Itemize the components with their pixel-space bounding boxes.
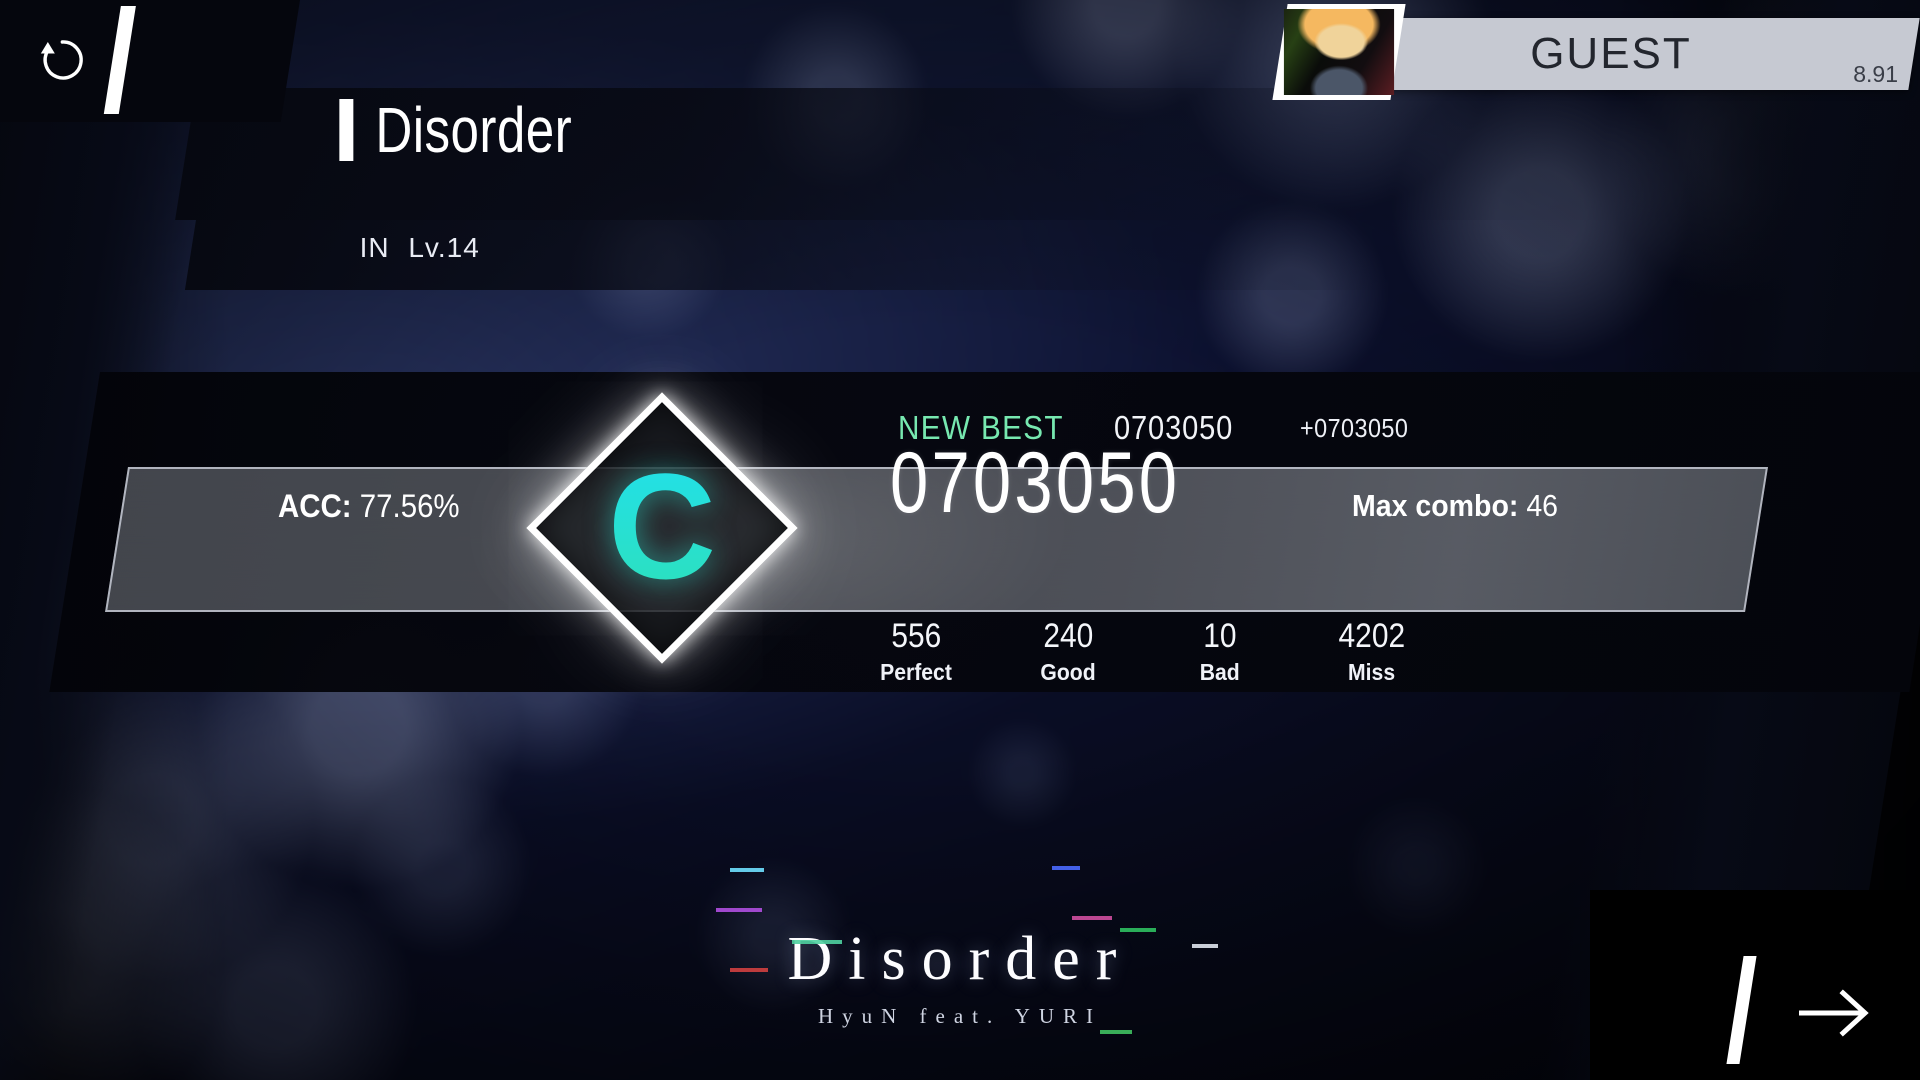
next-button[interactable]: [1792, 982, 1878, 1044]
glitch-bit: [1192, 944, 1218, 948]
title-accent-mark: [339, 99, 354, 161]
new-best-score: 0703050: [1114, 409, 1234, 446]
new-best-label: NEW BEST: [898, 409, 1064, 446]
glitch-bit: [730, 868, 764, 872]
bottom-slash-decoration: [1726, 956, 1757, 1064]
glitch-bit: [730, 968, 768, 972]
stat-bar: [105, 467, 1768, 612]
difficulty-label: IN: [359, 232, 390, 263]
judgement-cell: 556 Perfect: [840, 617, 992, 690]
judgement-name: Bad: [1200, 659, 1240, 686]
avatar[interactable]: [1272, 4, 1406, 100]
judgement-value: 240: [1043, 617, 1093, 655]
bottom-right-panel: [1590, 890, 1920, 1080]
score-delta: +0703050: [1300, 412, 1409, 443]
player-card[interactable]: GUEST 8.91: [1334, 18, 1920, 90]
avatar-image: [1283, 9, 1395, 95]
judgement-cell: 240 Good: [992, 617, 1144, 690]
glitch-bit: [792, 940, 842, 944]
glitch-bit: [716, 908, 762, 912]
new-best-row: NEW BEST 0703050 +0703050: [0, 398, 1920, 458]
judgement-name: Miss: [1348, 659, 1396, 686]
judgement-counts: 556 Perfect 240 Good 10 Bad 4202 Miss: [840, 617, 1448, 690]
judgement-cell: 10 Bad: [1144, 617, 1296, 690]
top-left-panel: [0, 0, 301, 122]
judgement-value: 10: [1203, 617, 1237, 655]
glitch-bit: [1120, 928, 1156, 932]
player-name: GUEST: [1530, 29, 1692, 78]
judgement-value: 556: [891, 617, 941, 655]
arrow-right-icon: [1799, 989, 1869, 1037]
song-title-band: Disorder: [175, 88, 1920, 220]
rank-letter: C: [512, 376, 812, 676]
judgement-cell: 4202 Miss: [1296, 617, 1448, 690]
glitch-bit: [1052, 866, 1080, 870]
result-screen: Disorder IN Lv.14 GUEST 8.91 NEW BEST 07…: [0, 0, 1920, 1080]
song-title: Disorder: [375, 94, 573, 166]
judgement-name: Perfect: [880, 659, 952, 686]
retry-button[interactable]: [30, 28, 94, 92]
player-rating: 8.91: [1853, 61, 1898, 87]
judgement-name: Good: [1040, 659, 1096, 686]
retry-icon: [40, 40, 83, 80]
level-label: Lv.14: [408, 232, 480, 263]
judgement-value: 4202: [1338, 617, 1406, 655]
song-difficulty-band: IN Lv.14: [184, 220, 1920, 290]
rank-badge: C: [512, 378, 812, 678]
glitch-bit: [1100, 1030, 1132, 1034]
top-slash-decoration: [103, 6, 136, 114]
glitch-bit: [1072, 916, 1112, 920]
